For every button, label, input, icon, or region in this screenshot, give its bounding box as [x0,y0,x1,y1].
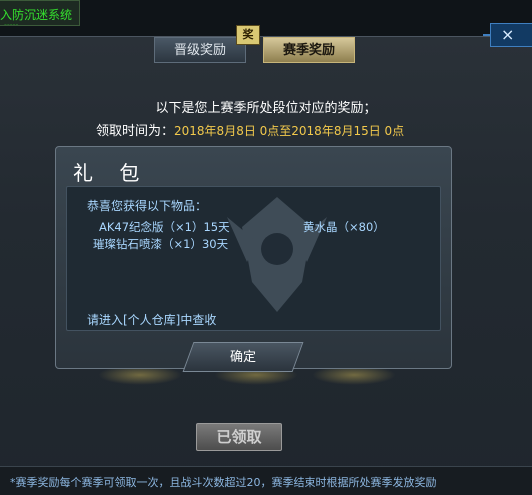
claim-time-value: 2018年8月8日 0点至2018年8月15日 0点 [174,124,405,138]
reward-item: 黄水晶（×80） [303,220,385,234]
footer-note-bar: *赛季奖励每个赛季可领取一次，且战斗次数超过20，赛季结束时根据所处赛季发放奖励 [0,466,532,495]
close-icon: × [501,25,515,44]
anti-addiction-notice[interactable]: 入防沉迷系统 ----- [0,0,80,26]
gift-items-box: 恭喜您获得以下物品： AK47纪念版（×1）15天 黄水晶（×80） 璀璨钻石喷… [66,186,441,331]
tab-season-rewards[interactable]: 赛季奖励 [263,37,355,63]
reward-dialog: 晋级奖励 奖 赛季奖励 × 以下是您上赛季所处段位对应的奖励； 领取时间为：20… [0,23,532,495]
rank-emblem-icon [227,197,327,312]
tab-promotion-rewards[interactable]: 晋级奖励 [154,37,246,63]
claim-time: 领取时间为：2018年8月8日 0点至2018年8月15日 0点 [96,120,404,139]
reward-badge-icon: 奖 [236,25,260,45]
gift-package-panel: 礼 包 恭喜您获得以下物品： AK47纪念版（×1）15天 黄水晶（×80） 璀… [55,146,452,372]
gift-title: 礼 包 [73,161,150,185]
claim-time-label: 领取时间为： [96,124,175,139]
close-button-lead-line [483,34,491,36]
reward-item: 璀璨钻石喷漆（×1）30天 [93,237,229,251]
reward-item: AK47纪念版（×1）15天 [99,220,230,234]
reward-headline: 以下是您上赛季所处段位对应的奖励； [155,101,377,116]
congrats-text: 恭喜您获得以下物品： [87,199,208,213]
claimed-button[interactable]: 已领取 [196,423,282,451]
footer-note: *赛季奖励每个赛季可领取一次，且战斗次数超过20，赛季结束时根据所处赛季发放奖励 [10,476,437,489]
confirm-button-label[interactable]: 确定 [188,346,298,365]
close-button[interactable]: × [483,23,532,47]
anti-addiction-subtext: ----- [4,20,19,26]
warehouse-hint: 请进入[个人仓库]中查收 [87,313,217,327]
top-strip: 入防沉迷系统 ----- [0,0,532,36]
